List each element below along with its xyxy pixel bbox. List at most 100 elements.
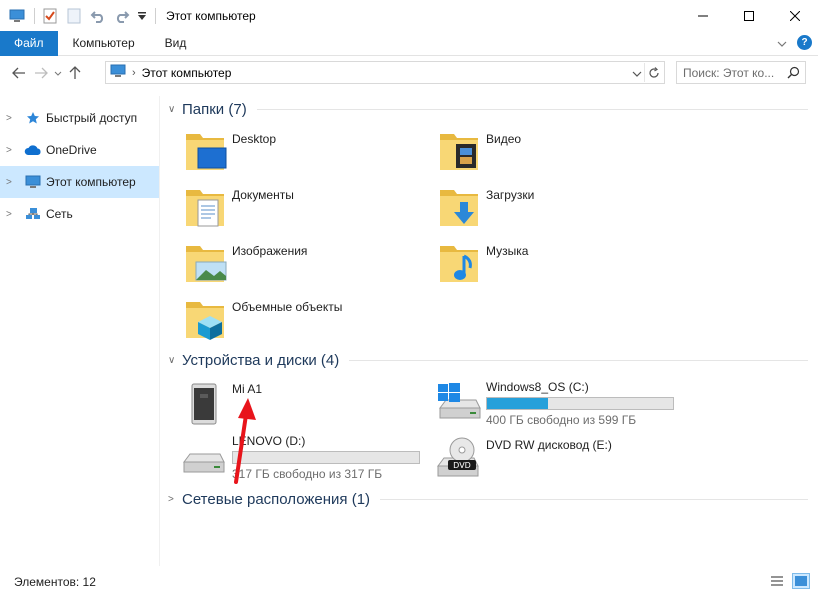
3d-objects-folder-icon: [184, 296, 230, 342]
group-header-network[interactable]: > Сетевые расположения (1): [168, 488, 808, 510]
chevron-right-icon[interactable]: >: [6, 113, 18, 124]
maximize-icon: [744, 10, 754, 21]
tab-computer[interactable]: Компьютер: [58, 31, 150, 56]
address-history-icon[interactable]: [632, 66, 642, 80]
customize-toolbar-icon[interactable]: [137, 7, 147, 25]
content-pane: ∨ Папки (7) Desktop Видео Документы Загр…: [164, 96, 814, 566]
item-count: Элементов: 12: [14, 574, 96, 589]
minimize-button[interactable]: [680, 0, 726, 31]
group-header-folders[interactable]: ∨ Папки (7): [168, 98, 808, 120]
large-icons-view-icon[interactable]: [792, 573, 810, 589]
dvd-drive-icon: DVD: [434, 436, 482, 484]
title-bar: Этот компьютер: [0, 0, 818, 31]
toolbar-divider: [34, 7, 35, 24]
window-title: Этот компьютер: [166, 8, 256, 23]
device-name: LENOVO (D:): [232, 434, 306, 448]
search-box[interactable]: [676, 61, 806, 84]
maximize-button[interactable]: [726, 0, 772, 31]
drive-usage-bar: [232, 451, 420, 464]
device-name: Windows8_OS (C:): [486, 380, 589, 394]
folder-name: Загрузки: [486, 188, 535, 202]
sidebar-item-label: OneDrive: [46, 143, 97, 157]
folder-item-pictures[interactable]: Изображения: [164, 238, 404, 290]
desktop-folder-icon: [184, 128, 230, 174]
chevron-right-icon[interactable]: >: [168, 494, 182, 505]
folder-item-documents[interactable]: Документы: [164, 182, 404, 234]
refresh-icon: [648, 66, 659, 78]
system-drive-icon: [434, 378, 482, 426]
chevron-right-icon[interactable]: >: [6, 145, 18, 156]
search-input[interactable]: [683, 65, 783, 80]
device-name: Mi A1: [232, 382, 263, 396]
breadcrumb-separator-icon[interactable]: ›: [132, 67, 136, 79]
back-button[interactable]: [8, 62, 30, 84]
undo-icon[interactable]: [89, 7, 107, 25]
folder-item-desktop[interactable]: Desktop: [164, 126, 404, 178]
sidebar-item-onedrive[interactable]: > OneDrive: [0, 134, 159, 166]
folder-name: Музыка: [486, 244, 529, 258]
pictures-folder-icon: [184, 240, 230, 286]
folder-name: Desktop: [232, 132, 277, 146]
device-item-drive-c[interactable]: Windows8_OS (C:) 400 ГБ свободно из 599 …: [418, 376, 678, 427]
sidebar-item-quick-access[interactable]: > Быстрый доступ: [0, 102, 159, 134]
device-item-mi-a1[interactable]: Mi A1: [164, 378, 424, 428]
device-item-drive-e[interactable]: DVD DVD RW дисковод (E:): [418, 434, 678, 484]
star-icon: [24, 110, 42, 126]
redo-icon[interactable]: [113, 7, 131, 25]
refresh-button[interactable]: [644, 63, 662, 82]
chevron-down-icon[interactable]: ∨: [168, 355, 182, 366]
chevron-right-icon[interactable]: >: [6, 209, 18, 220]
up-arrow-icon: [69, 66, 81, 79]
group-title: Устройства и диски (4): [182, 351, 340, 369]
forward-button[interactable]: [30, 62, 52, 84]
portable-device-icon: [180, 380, 228, 428]
up-button[interactable]: [64, 62, 86, 84]
folder-item-video[interactable]: Видео: [418, 126, 658, 178]
back-arrow-icon: [12, 67, 25, 79]
window-controls: [680, 0, 818, 31]
drive-free-space: 400 ГБ свободно из 599 ГБ: [486, 413, 637, 427]
address-bar[interactable]: › Этот компьютер: [105, 61, 665, 84]
group-title: Сетевые расположения (1): [182, 490, 371, 508]
network-icon: [24, 206, 42, 222]
folder-item-downloads[interactable]: Загрузки: [418, 182, 658, 234]
chevron-right-icon[interactable]: >: [6, 177, 18, 188]
ribbon-controls: ?: [777, 35, 812, 50]
ribbon-tabs: Файл Компьютер Вид ?: [0, 30, 818, 56]
group-divider: [380, 498, 808, 500]
properties-icon[interactable]: [41, 7, 59, 25]
cloud-icon: [24, 142, 42, 158]
close-icon: [790, 10, 800, 21]
minimize-icon: [698, 15, 708, 16]
device-name: DVD RW дисковод (E:): [486, 438, 612, 452]
help-icon[interactable]: ?: [797, 35, 812, 50]
group-header-devices[interactable]: ∨ Устройства и диски (4): [168, 349, 808, 371]
music-folder-icon: [438, 240, 484, 286]
sidebar-item-label: Быстрый доступ: [46, 111, 138, 125]
search-icon[interactable]: [787, 66, 800, 82]
address-row: › Этот компьютер: [0, 58, 818, 88]
hard-drive-icon: [180, 432, 228, 480]
sidebar-item-network[interactable]: > Сеть: [0, 198, 159, 230]
navigation-pane: > Быстрый доступ > OneDrive > Этот компь…: [0, 96, 160, 566]
breadcrumb[interactable]: Этот компьютер: [142, 66, 232, 80]
chevron-down-icon[interactable]: ∨: [168, 104, 182, 115]
new-folder-icon[interactable]: [65, 7, 83, 25]
folder-name: Объемные объекты: [232, 300, 343, 314]
close-button[interactable]: [772, 0, 818, 31]
details-view-icon[interactable]: [768, 573, 786, 589]
tab-view[interactable]: Вид: [150, 31, 202, 56]
expand-ribbon-icon[interactable]: [777, 36, 787, 50]
drive-free-space: 317 ГБ свободно из 317 ГБ: [232, 467, 383, 481]
folder-item-3d-objects[interactable]: Объемные объекты: [164, 294, 404, 346]
tab-file[interactable]: Файл: [0, 30, 58, 56]
sidebar-item-label: Сеть: [46, 207, 73, 221]
computer-icon: [8, 7, 26, 25]
recent-locations-button[interactable]: [52, 62, 64, 84]
sidebar-item-this-pc[interactable]: > Этот компьютер: [0, 166, 159, 198]
downloads-folder-icon: [438, 184, 484, 230]
group-title: Папки (7): [182, 100, 247, 118]
device-item-drive-d[interactable]: LENOVO (D:) 317 ГБ свободно из 317 ГБ: [164, 430, 424, 481]
folder-item-music[interactable]: Музыка: [418, 238, 658, 290]
quick-access-toolbar: [0, 0, 162, 31]
